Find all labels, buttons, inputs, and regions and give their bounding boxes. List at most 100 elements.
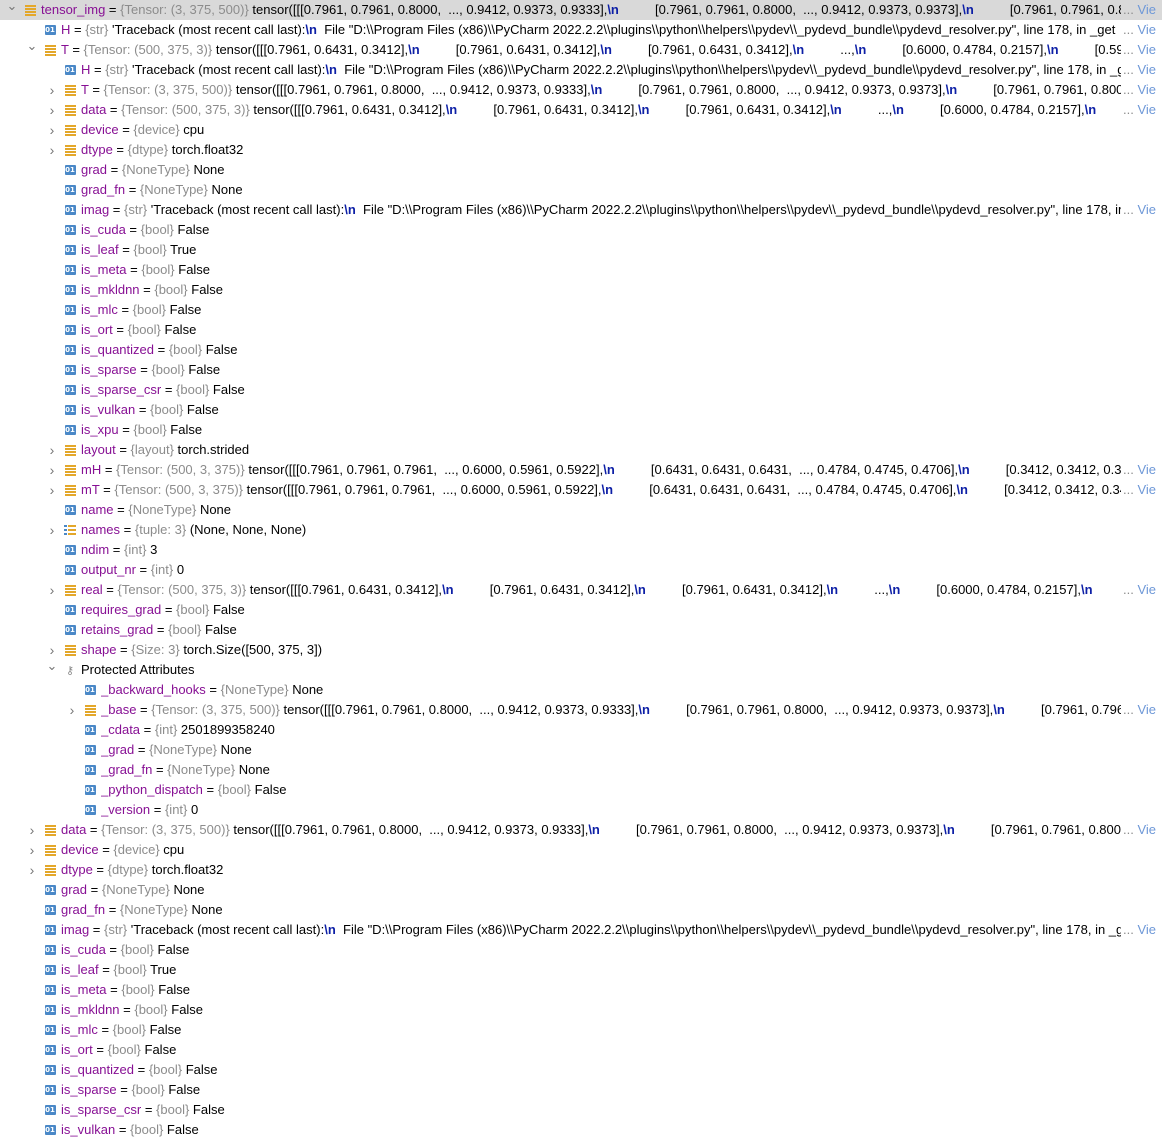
tree-row-imag[interactable]: 01 imag = {str} 'Traceback (most recent c… [0, 920, 1162, 940]
tree-row-is-mkldnn[interactable]: 01 is_mkldnn = {bool} False [0, 280, 1162, 300]
tree-row-is-quantized[interactable]: 01 is_quantized = {bool} False [0, 1060, 1162, 1080]
chevron-right-icon[interactable]: › [24, 821, 40, 839]
tree-row-mt[interactable]: › mT = {Tensor: (500, 3, 375)} tensor([[[… [0, 480, 1162, 500]
variable-value: None [292, 682, 324, 697]
tree-row-is-sparse[interactable]: 01 is_sparse = {bool} False [0, 1080, 1162, 1100]
view-link[interactable]: ... Vie [1120, 80, 1162, 100]
view-link[interactable]: ... Vie [1120, 0, 1162, 20]
chevron-right-icon[interactable]: › [44, 81, 60, 99]
tree-row-t[interactable]: ⌄ T = {Tensor: (500, 375, 3)} tensor([[[0… [0, 37, 1162, 60]
tree-row-backward-hooks[interactable]: 01 _backward_hooks = {NoneType} None [0, 680, 1162, 700]
tree-row-real[interactable]: › real = {Tensor: (500, 375, 3)} tensor([… [0, 580, 1162, 600]
tree-row-dtype[interactable]: › dtype = {dtype} torch.float32 [0, 860, 1162, 880]
view-label[interactable]: Vie [1137, 22, 1156, 37]
view-link[interactable]: ... Vie [1120, 40, 1162, 60]
tree-row-is-leaf[interactable]: 01 is_leaf = {bool} True [0, 960, 1162, 980]
tree-row-mh[interactable]: › mH = {Tensor: (500, 3, 375)} tensor([[[… [0, 460, 1162, 480]
view-label[interactable]: Vie [1137, 702, 1156, 717]
tree-row-output-nr[interactable]: 01 output_nr = {int} 0 [0, 560, 1162, 580]
tree-row-is-mlc[interactable]: 01 is_mlc = {bool} False [0, 1020, 1162, 1040]
chevron-right-icon[interactable]: › [44, 441, 60, 459]
tree-row-is-ort[interactable]: 01 is_ort = {bool} False [0, 320, 1162, 340]
tree-row-is-cuda[interactable]: 01 is_cuda = {bool} False [0, 220, 1162, 240]
view-link[interactable]: ... Vie [1120, 480, 1162, 500]
view-link[interactable]: ... Vie [1120, 700, 1162, 720]
view-label[interactable]: Vie [1137, 822, 1156, 837]
tree-row-data[interactable]: › data = {Tensor: (500, 375, 3)} tensor([… [0, 100, 1162, 120]
chevron-right-icon[interactable]: › [44, 521, 60, 539]
view-label[interactable]: Vie [1137, 462, 1156, 477]
view-label[interactable]: Vie [1137, 482, 1156, 497]
view-link[interactable]: ... Vie [1120, 460, 1162, 480]
tree-row-requires-grad[interactable]: 01 requires_grad = {bool} False [0, 600, 1162, 620]
tree-row-name[interactable]: 01 name = {NoneType} None [0, 500, 1162, 520]
chevron-right-icon[interactable]: › [44, 101, 60, 119]
tree-row-h[interactable]: 01 H = {str} 'Traceback (most recent call… [0, 20, 1162, 40]
tree-row-dtype[interactable]: › dtype = {dtype} torch.float32 [0, 140, 1162, 160]
tree-row-tensor-img[interactable]: ⌄ tensor_img = {Tensor: (3, 375, 500)} te… [0, 0, 1162, 20]
chevron-right-icon[interactable]: › [44, 141, 60, 159]
view-label[interactable]: Vie [1137, 922, 1156, 937]
tree-row-device[interactable]: › device = {device} cpu [0, 840, 1162, 860]
chevron-down-icon[interactable]: ⌄ [4, 0, 20, 15]
view-label[interactable]: Vie [1137, 62, 1156, 77]
view-link[interactable]: ... Vie [1120, 20, 1162, 40]
tree-row-grad[interactable]: 01 grad = {NoneType} None [0, 880, 1162, 900]
tree-row-grad[interactable]: 01 _grad = {NoneType} None [0, 740, 1162, 760]
tree-row-grad-fn[interactable]: 01 _grad_fn = {NoneType} None [0, 760, 1162, 780]
view-label[interactable]: Vie [1137, 582, 1156, 597]
tree-row-is-mkldnn[interactable]: 01 is_mkldnn = {bool} False [0, 1000, 1162, 1020]
view-link[interactable]: ... Vie [1120, 100, 1162, 120]
tree-row-is-leaf[interactable]: 01 is_leaf = {bool} True [0, 240, 1162, 260]
tree-row-ndim[interactable]: 01 ndim = {int} 3 [0, 540, 1162, 560]
tree-row-cdata[interactable]: 01 _cdata = {int} 2501899358240 [0, 720, 1162, 740]
tree-row-is-ort[interactable]: 01 is_ort = {bool} False [0, 1040, 1162, 1060]
view-link[interactable]: ... Vie [1120, 920, 1162, 940]
tree-row-base[interactable]: › _base = {Tensor: (3, 375, 500)} tensor(… [0, 700, 1162, 720]
view-link[interactable]: ... Vie [1120, 580, 1162, 600]
tree-row-imag[interactable]: 01 imag = {str} 'Traceback (most recent c… [0, 200, 1162, 220]
chevron-right-icon[interactable]: › [64, 701, 80, 719]
view-link[interactable]: ... Vie [1120, 820, 1162, 840]
tree-row-data[interactable]: › data = {Tensor: (3, 375, 500)} tensor([… [0, 820, 1162, 840]
tree-row-h[interactable]: 01 H = {str} 'Traceback (most recent call… [0, 60, 1162, 80]
view-label[interactable]: Vie [1137, 102, 1156, 117]
tree-row-protected-attributes[interactable]: ⌄ ⚷ Protected Attributes [0, 657, 1162, 680]
tree-row-retains-grad[interactable]: 01 retains_grad = {bool} False [0, 620, 1162, 640]
tree-row-is-mlc[interactable]: 01 is_mlc = {bool} False [0, 300, 1162, 320]
view-label[interactable]: Vie [1137, 202, 1156, 217]
tree-row-is-sparse-csr[interactable]: 01 is_sparse_csr = {bool} False [0, 380, 1162, 400]
tree-row-is-sparse[interactable]: 01 is_sparse = {bool} False [0, 360, 1162, 380]
tree-row-grad-fn[interactable]: 01 grad_fn = {NoneType} None [0, 180, 1162, 200]
tree-row-is-meta[interactable]: 01 is_meta = {bool} False [0, 980, 1162, 1000]
chevron-right-icon[interactable]: › [44, 581, 60, 599]
tree-row-t[interactable]: › T = {Tensor: (3, 375, 500)} tensor([[[0… [0, 80, 1162, 100]
tree-row-is-vulkan[interactable]: 01 is_vulkan = {bool} False [0, 1120, 1162, 1140]
tree-row-shape[interactable]: › shape = {Size: 3} torch.Size([500, 375,… [0, 640, 1162, 660]
view-link[interactable]: ... Vie [1120, 200, 1162, 220]
tree-row-is-xpu[interactable]: 01 is_xpu = {bool} False [0, 420, 1162, 440]
chevron-right-icon[interactable]: › [44, 121, 60, 139]
view-label[interactable]: Vie [1137, 42, 1156, 57]
chevron-right-icon[interactable]: › [24, 861, 40, 879]
chevron-down-icon[interactable]: ⌄ [24, 37, 40, 55]
chevron-right-icon[interactable]: › [24, 841, 40, 859]
view-link[interactable]: ... Vie [1120, 60, 1162, 80]
tree-row-is-quantized[interactable]: 01 is_quantized = {bool} False [0, 340, 1162, 360]
tree-row-grad[interactable]: 01 grad = {NoneType} None [0, 160, 1162, 180]
chevron-right-icon[interactable]: › [44, 461, 60, 479]
tree-row-grad-fn[interactable]: 01 grad_fn = {NoneType} None [0, 900, 1162, 920]
chevron-right-icon[interactable]: › [44, 481, 60, 499]
tree-row-names[interactable]: › names = {tuple: 3} (None, None, None) [0, 520, 1162, 540]
tree-row-is-vulkan[interactable]: 01 is_vulkan = {bool} False [0, 400, 1162, 420]
tree-row-device[interactable]: › device = {device} cpu [0, 120, 1162, 140]
view-label[interactable]: Vie [1137, 2, 1156, 17]
tree-row-python-dispatch[interactable]: 01 _python_dispatch = {bool} False [0, 780, 1162, 800]
tree-row-layout[interactable]: › layout = {layout} torch.strided [0, 440, 1162, 460]
tree-row-is-meta[interactable]: 01 is_meta = {bool} False [0, 260, 1162, 280]
tree-row-is-cuda[interactable]: 01 is_cuda = {bool} False [0, 940, 1162, 960]
tree-row-is-sparse-csr[interactable]: 01 is_sparse_csr = {bool} False [0, 1100, 1162, 1120]
tree-row-version[interactable]: 01 _version = {int} 0 [0, 800, 1162, 820]
chevron-down-icon[interactable]: ⌄ [44, 657, 60, 675]
view-label[interactable]: Vie [1137, 82, 1156, 97]
